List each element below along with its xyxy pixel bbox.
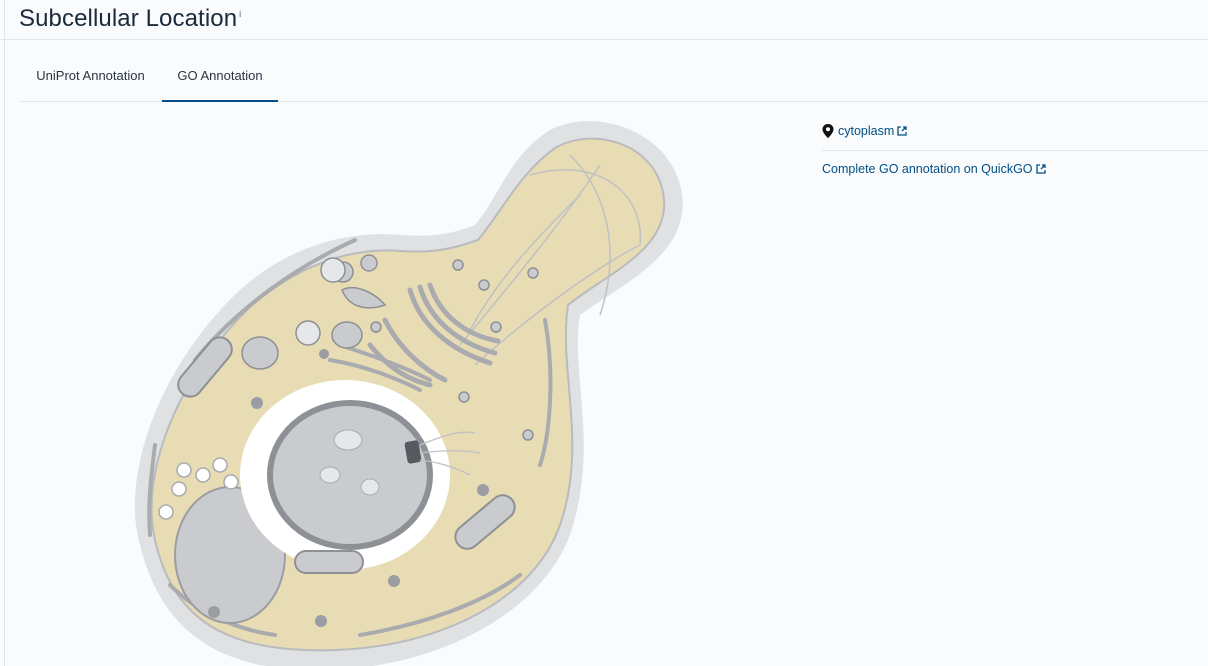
page-title: Subcellular Location i (19, 5, 241, 33)
nucleus (267, 400, 433, 550)
yeast-cell-diagram (134, 121, 683, 666)
nucleolus (333, 429, 363, 451)
info-icon[interactable]: i (239, 9, 241, 19)
left-border (4, 0, 5, 666)
location-panel: cytoplasm Complete GO annotation on Quic… (822, 115, 1208, 181)
tab-uniprot-annotation[interactable]: UniProt Annotation (19, 56, 162, 102)
location-label: cytoplasm (838, 123, 895, 138)
tab-go-annotation[interactable]: GO Annotation (162, 56, 278, 102)
external-link-icon (1035, 163, 1046, 174)
annotation-tabs: UniProt Annotation GO Annotation (19, 56, 1208, 102)
quickgo-label: Complete GO annotation on QuickGO (822, 161, 1033, 176)
location-link-cytoplasm[interactable]: cytoplasm (838, 124, 907, 138)
quickgo-link[interactable]: Complete GO annotation on QuickGO (822, 162, 1046, 176)
section-header: Subcellular Location i (0, 0, 1208, 40)
nuclear-body (360, 478, 380, 496)
cell-illustration (100, 115, 700, 666)
mitochondrion (294, 550, 364, 574)
map-pin-icon (822, 123, 834, 138)
quickgo-row: Complete GO annotation on QuickGO (822, 151, 1208, 181)
nuclear-body (319, 466, 341, 484)
location-item: cytoplasm (822, 115, 1208, 151)
page-title-text: Subcellular Location (19, 5, 238, 32)
external-link-icon (897, 125, 907, 136)
